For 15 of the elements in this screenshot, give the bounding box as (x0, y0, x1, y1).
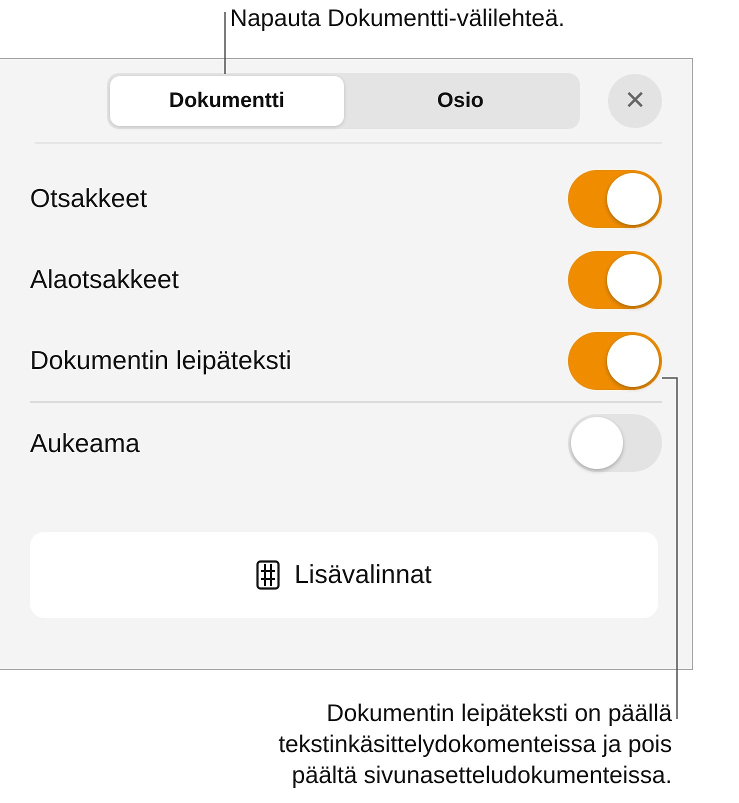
setting-label: Alaotsakkeet (30, 264, 179, 295)
tab[interactable]: Osio (344, 76, 578, 126)
more-options-button[interactable]: Lisävalinnat (30, 532, 658, 618)
toggle-switch[interactable] (568, 250, 662, 308)
callout-text: Dokumentin leipäteksti on päällä tekstinkäsittelydokomenteissa ja pois päältä sivunasetteludokumenteissa. (278, 700, 672, 789)
toggle-switch[interactable] (568, 170, 662, 228)
close-button[interactable]: ✕ (608, 74, 662, 128)
setting-label: Dokumentin leipäteksti (30, 345, 292, 376)
callout-text: Napauta Dokumentti-välilehteä. (230, 5, 565, 32)
leader-line (223, 12, 227, 74)
toggle-switch[interactable] (568, 332, 662, 390)
grid-icon (256, 560, 280, 590)
tab[interactable]: Dokumentti (110, 76, 344, 126)
setting-label: Otsakkeet (30, 183, 148, 214)
setting-label: Aukeama (30, 428, 140, 458)
